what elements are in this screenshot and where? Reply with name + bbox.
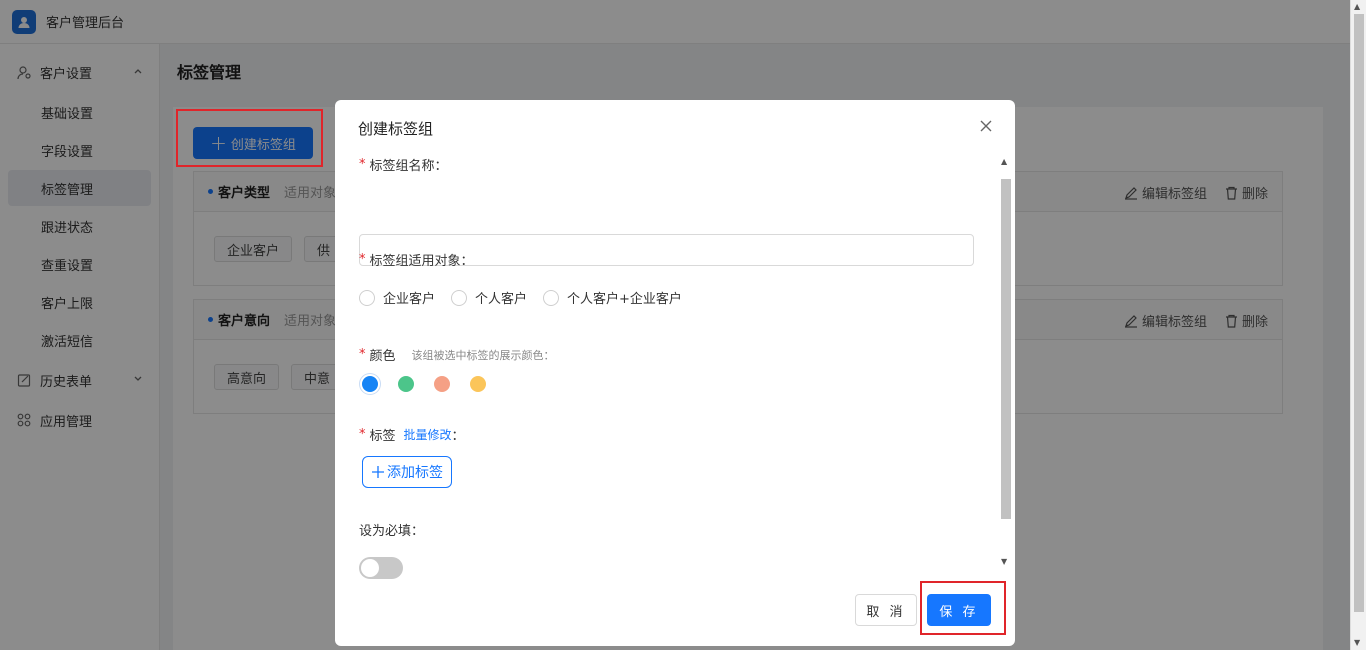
required-mark: * — [359, 157, 366, 172]
color-swatch-green[interactable] — [398, 376, 414, 392]
radio-circle — [543, 289, 560, 306]
tag-label-suffix: ： — [451, 429, 465, 444]
cancel-button[interactable]: 取 消 — [855, 594, 917, 626]
scroll-up-arrow-icon[interactable]: ▲ — [1354, 2, 1360, 11]
radio-personal-and-enterprise[interactable]: 个人客户+企业客户 — [543, 288, 682, 307]
scroll-down-arrow-icon[interactable]: ▼ — [1001, 557, 1007, 566]
radio-label: 企业客户 — [383, 292, 436, 307]
color-label-text: 颜色 — [369, 349, 396, 364]
color-hint: 该组被选中标签的展示颜色： — [411, 348, 555, 362]
radio-personal-customer[interactable]: 个人客户 — [451, 288, 527, 307]
batch-edit-link[interactable]: 批量修改 — [404, 426, 452, 443]
color-field-label: * 颜色 该组被选中标签的展示颜色： — [359, 345, 555, 364]
toggle-knob — [361, 559, 379, 577]
radio-label: 个人客户+企业客户 — [567, 292, 682, 307]
scroll-up-arrow-icon[interactable]: ▲ — [1001, 157, 1007, 166]
plus-icon — [372, 466, 384, 478]
scope-radio-group: 企业客户 个人客户 个人客户+企业客户 — [359, 288, 682, 307]
required-toggle[interactable] — [359, 557, 403, 579]
radio-circle — [451, 289, 468, 306]
add-tag-label: 添加标签 — [387, 465, 443, 481]
close-icon[interactable] — [978, 118, 996, 136]
highlight-box — [176, 109, 323, 167]
window-scrollbar[interactable]: ▲ ▼ — [1350, 0, 1366, 650]
dialog-title: 创建标签组 — [358, 120, 434, 138]
required-mark: * — [359, 252, 366, 267]
add-tag-button[interactable]: 添加标签 — [362, 456, 452, 488]
tag-field-label: * 标签 批量修改 ： — [359, 425, 465, 444]
dialog-scrollbar[interactable]: ▲ ▼ — [999, 155, 1013, 569]
name-field-label: * 标签组名称： — [359, 155, 448, 174]
required-label-text: 设为必填： — [359, 524, 425, 539]
color-swatch-yellow[interactable] — [470, 376, 486, 392]
radio-circle — [359, 289, 375, 306]
color-swatch-group — [362, 376, 486, 392]
radio-label: 个人客户 — [475, 292, 528, 307]
color-swatch-blue[interactable] — [362, 376, 378, 392]
scrollbar-thumb[interactable] — [1001, 179, 1011, 519]
name-label-text: 标签组名称： — [369, 159, 448, 174]
color-swatch-salmon[interactable] — [434, 376, 450, 392]
scope-label-text: 标签组适用对象： — [369, 254, 474, 269]
radio-enterprise-customer[interactable]: 企业客户 — [359, 288, 435, 307]
scroll-down-arrow-icon[interactable]: ▼ — [1354, 638, 1360, 647]
scope-field-label: * 标签组适用对象： — [359, 250, 474, 269]
tag-label-text: 标签 — [369, 429, 396, 444]
scrollbar-thumb[interactable] — [1354, 14, 1364, 612]
create-tag-group-dialog: 创建标签组 * 标签组名称： * 标签组适用对象： 企业客户 个人客户 个人客户… — [335, 100, 1015, 646]
highlight-box — [920, 581, 1006, 635]
required-mark: * — [359, 347, 366, 362]
required-field-label: 设为必填： — [359, 520, 424, 539]
required-mark: * — [359, 427, 366, 442]
